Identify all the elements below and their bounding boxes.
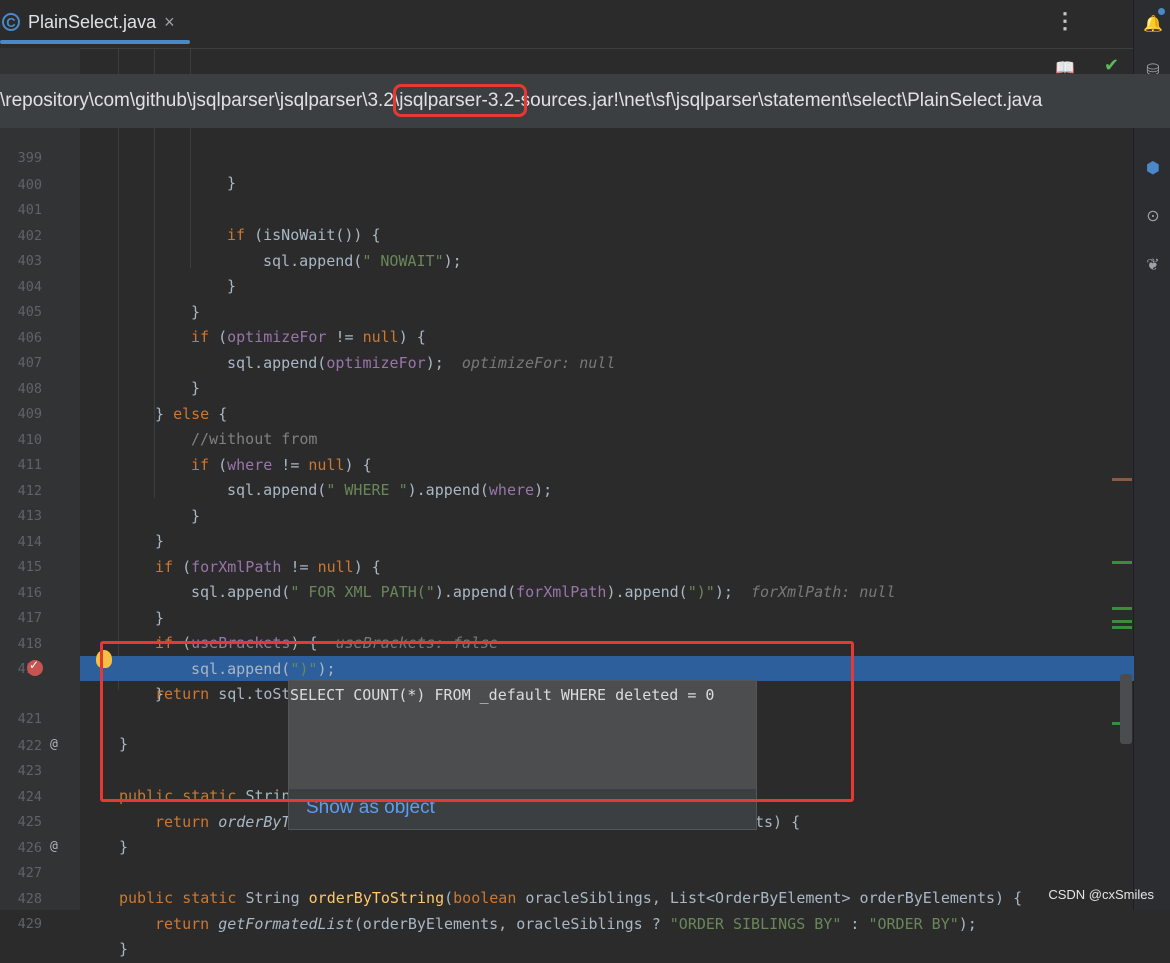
watermark: CSDN @cxSmiles xyxy=(1048,887,1154,902)
lightbulb-icon[interactable] xyxy=(96,650,112,668)
more-menu-icon[interactable]: ⋮ xyxy=(1054,10,1076,32)
code-line: 419 } xyxy=(0,631,1134,704)
right-tool-window-bar: 🔔 ⛁ ⬢ ⊙ ❦ xyxy=(1133,0,1170,910)
code-line: 411 sql.append(" WHERE ").append(where); xyxy=(0,427,1134,500)
path-suffix: sources.jar!\net\sf\jsqlparser\statement… xyxy=(520,90,1043,111)
notifications-icon[interactable]: 🔔 xyxy=(1143,14,1163,34)
notification-badge xyxy=(1158,8,1165,15)
code-line: 404 } xyxy=(0,249,1134,322)
code-line: 418 sql.append(")"); xyxy=(0,606,1134,679)
leaf-icon[interactable]: ❦ xyxy=(1143,255,1163,275)
path-jar-highlight: jsqlparser-3.2- xyxy=(393,84,527,117)
scroll-marker xyxy=(1112,626,1132,629)
close-icon[interactable]: × xyxy=(164,12,175,33)
code-line: 416 } xyxy=(0,555,1134,628)
ai-assistant-icon[interactable]: ⬢ xyxy=(1143,158,1163,178)
path-prefix: \repository\com\github\jsqlparser\jsqlpa… xyxy=(0,90,400,111)
line-number: 429 xyxy=(17,915,42,932)
file-path-tooltip: \repository\com\github\jsqlparser\jsqlpa… xyxy=(0,74,1170,128)
show-as-object-link[interactable]: Show as object xyxy=(306,797,435,819)
code-line: 403 } xyxy=(0,223,1134,296)
scroll-marker xyxy=(1112,607,1132,610)
active-tab-indicator xyxy=(0,40,190,44)
code-line: 412 } xyxy=(0,453,1134,526)
editor-tab-bar: C PlainSelect.java × ⋮ xyxy=(0,0,1134,49)
annotation-icon[interactable]: @ xyxy=(50,839,58,854)
popup-string-value[interactable]: SELECT COUNT(*) FROM _default WHERE dele… xyxy=(289,681,756,789)
code-line: 414 if (forXmlPath != null) { xyxy=(0,504,1134,577)
code-line: 407 } xyxy=(0,325,1134,398)
scroll-marker xyxy=(1112,620,1132,623)
code-line: 428 return getFormatedList(orderByElemen… xyxy=(0,861,1134,934)
scroll-marker xyxy=(1112,478,1132,481)
plugin-icon[interactable]: ⊙ xyxy=(1143,206,1163,226)
code-line-current: return sql.toString(); xyxy=(155,684,354,703)
code-line: 413 } xyxy=(0,478,1134,551)
code-line: 415 sql.append(" FOR XML PATH(").append(… xyxy=(0,529,1134,602)
code-line: 410 if (where != null) { xyxy=(0,402,1134,475)
breakpoint-icon[interactable] xyxy=(27,658,43,676)
code-line: 401 if (isNoWait()) { xyxy=(0,172,1134,245)
java-class-icon: C xyxy=(2,13,20,31)
debug-value-popup: SELECT COUNT(*) FROM _default WHERE dele… xyxy=(288,680,757,830)
code-line: 408 } else { xyxy=(0,351,1134,424)
code-line: 405 if (optimizeFor != null) { xyxy=(0,274,1134,347)
code-line: 429 } xyxy=(0,886,1134,959)
code-line: 406 sql.append(optimizeFor); optimizeFor… xyxy=(0,300,1134,373)
code-line: 427 public static String orderByToString… xyxy=(0,835,1134,908)
code-line: 402 sql.append(" NOWAIT"); xyxy=(0,198,1134,271)
tab-title: PlainSelect.java xyxy=(28,11,157,32)
tab-plainselect[interactable]: C PlainSelect.java × xyxy=(0,0,192,44)
scroll-marker xyxy=(1112,561,1132,564)
annotation-icon[interactable]: @ xyxy=(50,737,58,752)
code-line: 396 if (wait != null) { xyxy=(0,45,1134,118)
code-line: 400 xyxy=(0,147,1134,193)
code-line: 409 //without from xyxy=(0,376,1134,449)
vertical-scrollbar-thumb[interactable] xyxy=(1120,674,1132,744)
code-line: 417 if (useBrackets) { useBrackets: fals… xyxy=(0,580,1134,653)
